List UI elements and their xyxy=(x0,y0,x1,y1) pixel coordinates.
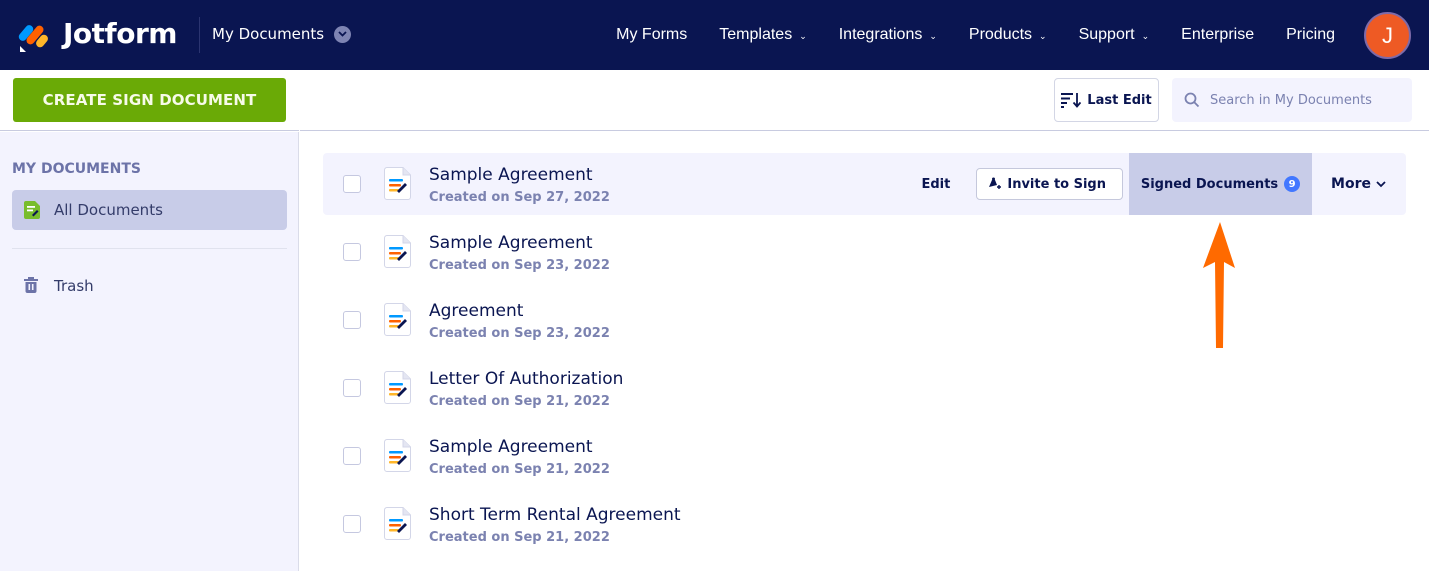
trash-icon xyxy=(24,277,40,295)
document-list: Sample Agreement Created on Sep 27, 2022… xyxy=(323,153,1406,561)
document-row[interactable]: Letter Of Authorization Created on Sep 2… xyxy=(323,357,1406,425)
sort-label: Last Edit xyxy=(1087,92,1152,108)
nav-products[interactable]: Products ⌄ xyxy=(969,26,1047,44)
chevron-down-icon: ⌄ xyxy=(929,30,937,41)
sidebar-item-label: Trash xyxy=(54,277,94,295)
sidebar: MY DOCUMENTS All Documents Trash xyxy=(0,132,299,571)
sidebar-heading: MY DOCUMENTS xyxy=(12,161,141,177)
nav-label: My Forms xyxy=(616,26,688,43)
chevron-down-icon: ⌄ xyxy=(1039,30,1047,41)
chevron-down-icon[interactable] xyxy=(334,25,352,43)
chevron-down-icon: ⌄ xyxy=(1141,30,1150,41)
nav-pricing[interactable]: Pricing xyxy=(1286,26,1335,44)
nav-label: Products xyxy=(968,26,1033,43)
nav-label: Templates xyxy=(719,26,793,43)
document-title[interactable]: Letter Of Authorization xyxy=(429,369,623,389)
invite-to-sign-button[interactable]: Invite to Sign xyxy=(976,168,1123,200)
sign-document-icon xyxy=(384,507,411,540)
nav-templates[interactable]: Templates ⌄ xyxy=(719,26,806,44)
search-input[interactable] xyxy=(1210,92,1400,108)
list-toolbar: Last Edit xyxy=(300,70,1429,131)
row-checkbox[interactable] xyxy=(343,243,361,261)
sign-document-icon xyxy=(384,371,411,404)
nav-support[interactable]: Support ⌄ xyxy=(1079,26,1150,44)
sign-document-icon xyxy=(384,167,411,200)
signed-count-badge: 9 xyxy=(1284,176,1301,192)
document-row[interactable]: Sample Agreement Created on Sep 27, 2022… xyxy=(323,153,1406,215)
nav-integrations[interactable]: Integrations ⌄ xyxy=(839,26,937,44)
chevron-down-icon: ⌄ xyxy=(799,30,807,41)
document-icon xyxy=(24,201,40,219)
document-created-date: Created on Sep 21, 2022 xyxy=(429,394,610,409)
sort-icon xyxy=(1061,93,1082,108)
sort-button[interactable]: Last Edit xyxy=(1054,78,1159,122)
sidebar-divider xyxy=(12,248,287,249)
jotform-logo-icon[interactable] xyxy=(18,18,50,52)
row-checkbox[interactable] xyxy=(343,175,361,193)
document-created-date: Created on Sep 27, 2022 xyxy=(429,190,610,205)
more-button[interactable]: More xyxy=(1312,153,1406,215)
chevron-down-icon xyxy=(1376,181,1386,188)
nav-my-forms[interactable]: My Forms xyxy=(616,26,687,44)
document-created-date: Created on Sep 21, 2022 xyxy=(429,462,610,477)
signed-documents-label: Signed Documents xyxy=(1140,176,1279,192)
document-row[interactable]: Short Term Rental Agreement Created on S… xyxy=(323,493,1406,561)
section-switcher[interactable]: My Documents xyxy=(212,25,352,43)
top-navigation-bar: Jotform My Documents My Forms Templates ⌄… xyxy=(0,0,1429,70)
row-checkbox[interactable] xyxy=(343,515,361,533)
create-sign-document-button[interactable]: CREATE SIGN DOCUMENT xyxy=(13,78,286,122)
sidebar-item-label: All Documents xyxy=(54,201,163,219)
document-created-date: Created on Sep 23, 2022 xyxy=(429,326,610,341)
row-checkbox[interactable] xyxy=(343,447,361,465)
main-nav: My Forms Templates ⌄ Integrations ⌄ Produc… xyxy=(584,0,1335,70)
brand-name[interactable]: Jotform xyxy=(63,17,177,50)
sidebar-item-trash[interactable]: Trash xyxy=(12,266,287,306)
sidebar-header: CREATE SIGN DOCUMENT xyxy=(0,70,299,131)
row-checkbox[interactable] xyxy=(343,311,361,329)
user-avatar[interactable]: J xyxy=(1364,12,1411,59)
brand-divider xyxy=(199,17,200,53)
sidebar-item-all-documents[interactable]: All Documents xyxy=(12,190,287,230)
document-row[interactable]: Sample Agreement Created on Sep 21, 2022 xyxy=(323,425,1406,493)
nav-label: Enterprise xyxy=(1181,26,1255,43)
document-title[interactable]: Sample Agreement xyxy=(429,165,593,185)
row-actions: Edit Invite to Sign Signed Documents 9 M… xyxy=(922,153,1407,215)
edit-button[interactable]: Edit xyxy=(922,177,951,192)
nav-label: Support xyxy=(1078,26,1135,43)
nav-label: Integrations xyxy=(838,26,923,43)
nav-enterprise[interactable]: Enterprise xyxy=(1181,26,1254,44)
document-created-date: Created on Sep 21, 2022 xyxy=(429,530,610,545)
nav-label: Pricing xyxy=(1286,26,1335,43)
invite-label: Invite to Sign xyxy=(1007,176,1106,192)
document-title[interactable]: Sample Agreement xyxy=(429,437,593,457)
document-title[interactable]: Agreement xyxy=(429,301,523,321)
more-label: More xyxy=(1331,176,1371,192)
row-checkbox[interactable] xyxy=(343,379,361,397)
document-created-date: Created on Sep 23, 2022 xyxy=(429,258,610,273)
document-title[interactable]: Short Term Rental Agreement xyxy=(429,505,681,525)
sign-document-icon xyxy=(384,235,411,268)
section-title: My Documents xyxy=(212,25,325,43)
invite-sign-icon xyxy=(989,177,1002,189)
search-box[interactable] xyxy=(1172,78,1412,122)
search-icon xyxy=(1184,92,1200,108)
signed-documents-button[interactable]: Signed Documents 9 xyxy=(1129,153,1312,215)
sign-document-icon xyxy=(384,303,411,336)
document-title[interactable]: Sample Agreement xyxy=(429,233,593,253)
sign-document-icon xyxy=(384,439,411,472)
annotation-arrow-up-icon xyxy=(1203,222,1235,348)
